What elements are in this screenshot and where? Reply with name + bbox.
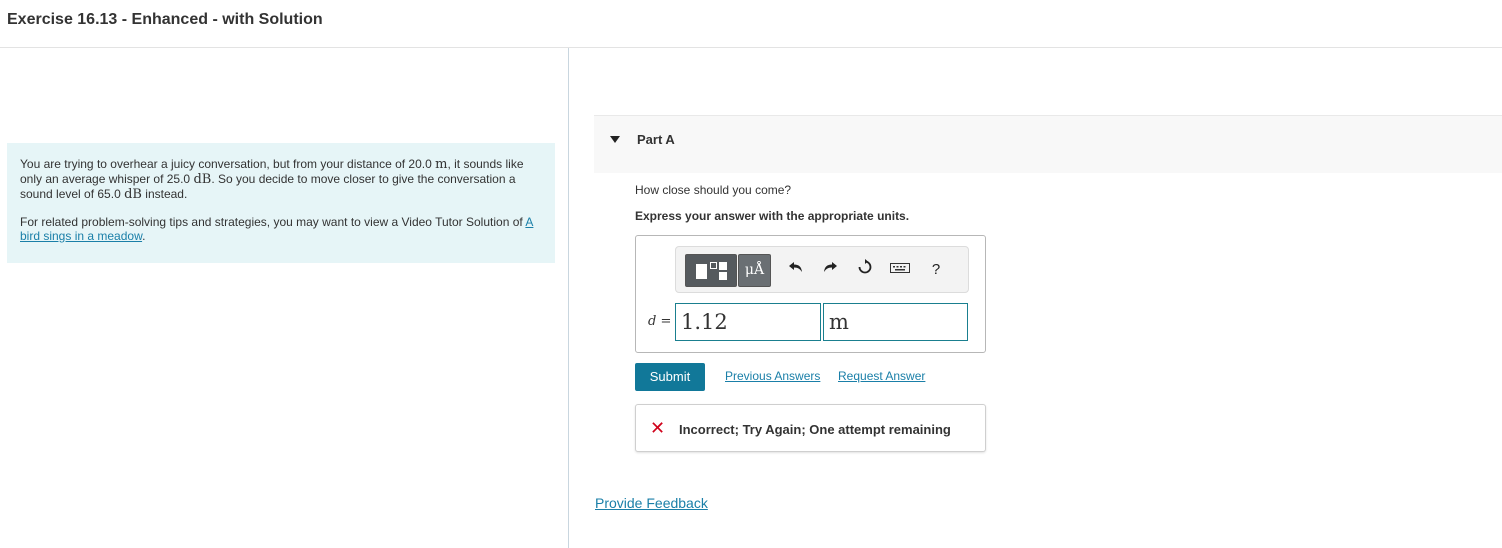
unit-input[interactable]: m [823,303,968,341]
question-text: How close should you come? [635,183,792,197]
part-title: Part A [637,132,675,147]
unit-meters: m [435,157,448,172]
redo-icon[interactable] [819,259,841,281]
keyboard-icon[interactable] [889,259,911,281]
math-toolbar: μÅ ? [675,246,969,293]
variable-label: d = [648,314,672,329]
value-input[interactable]: 1.12 [675,303,821,341]
unit-decibels: dB [124,187,142,202]
problem-paragraph-1: You are trying to overhear a juicy conve… [20,157,524,202]
units-icon[interactable]: μÅ [738,254,771,287]
collapse-caret-icon[interactable] [610,136,620,143]
column-divider [568,48,569,548]
feedback-message-box: ✕ Incorrect; Try Again; One attempt rema… [635,404,986,452]
feedback-text: Incorrect; Try Again; One attempt remain… [679,422,951,437]
template-block [710,262,717,269]
submit-button[interactable]: Submit [635,363,705,391]
page-header: Exercise 16.13 - Enhanced - with Solutio… [0,0,1502,48]
unit-decibels: dB [193,172,212,187]
template-block [719,272,727,280]
previous-answers-link[interactable]: Previous Answers [725,369,820,383]
provide-feedback-link[interactable]: Provide Feedback [595,495,708,511]
part-a-header[interactable]: Part A [594,115,1502,173]
template-block [719,262,727,270]
help-icon[interactable]: ? [925,259,947,281]
template-block [696,264,707,279]
undo-icon[interactable] [785,259,807,281]
page-title: Exercise 16.13 - Enhanced - with Solutio… [7,11,323,28]
instruction-text: Express your answer with the appropriate… [635,209,910,223]
incorrect-x-icon: ✕ [650,418,666,438]
problem-paragraph-2: For related problem-solving tips and str… [20,215,534,243]
reset-icon[interactable] [854,259,876,281]
answer-box: μÅ ? d = 1.12 m [635,235,986,353]
request-answer-link[interactable]: Request Answer [838,369,925,383]
problem-statement: You are trying to overhear a juicy conve… [7,143,555,263]
templates-icon[interactable] [685,254,737,287]
